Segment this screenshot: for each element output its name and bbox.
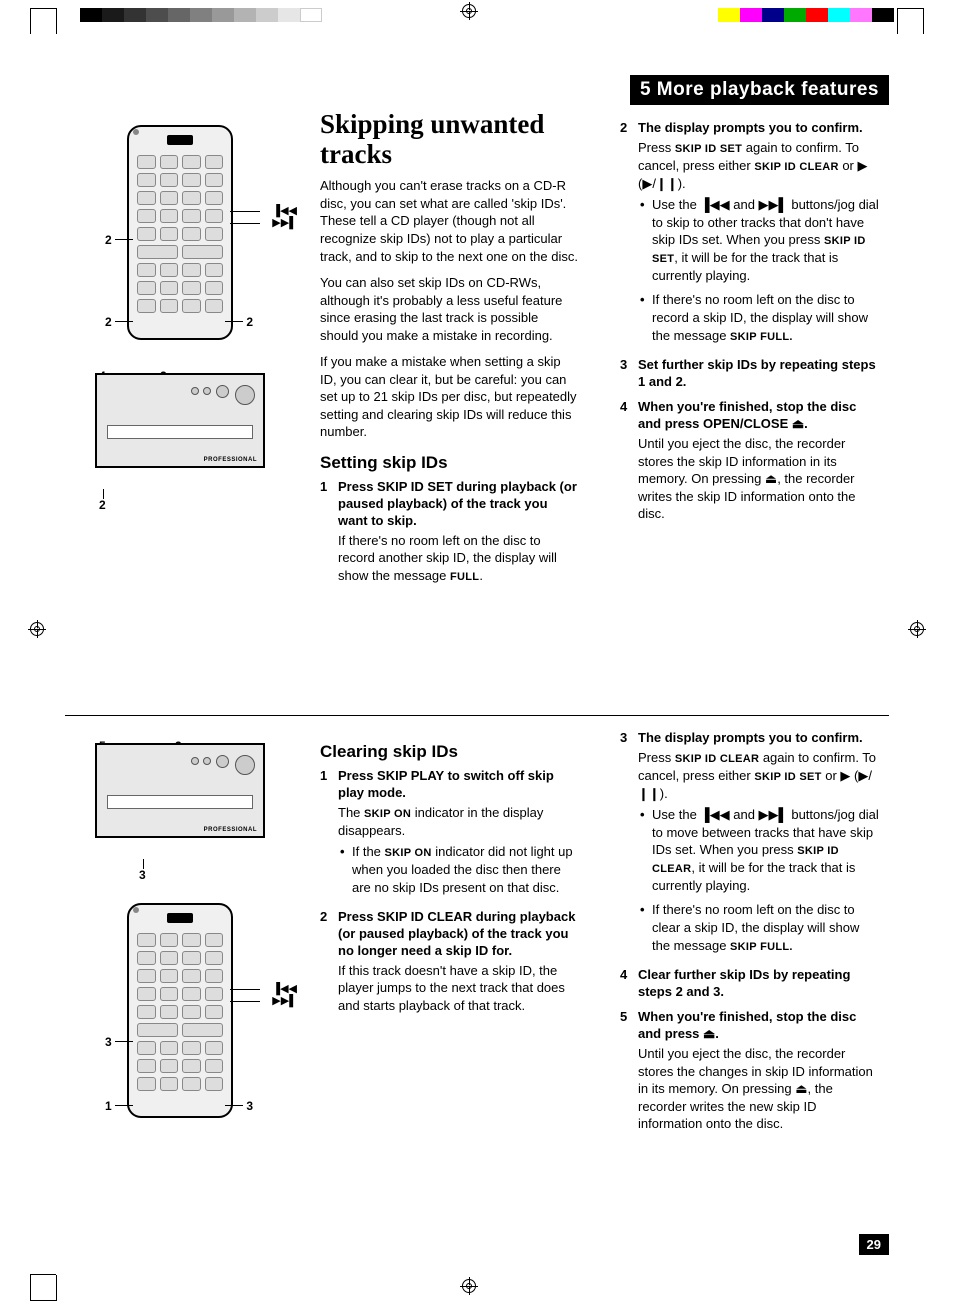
device-front-panel-illustration: PROFESSIONAL — [95, 373, 265, 468]
step-2: 2 The display prompts you to confirm. Pr… — [620, 120, 880, 351]
grayscale-bar — [80, 8, 322, 22]
remote-control-illustration — [127, 903, 233, 1118]
callout-2: 2 — [105, 315, 112, 329]
step-3: 3 The display prompts you to confirm. Pr… — [620, 730, 880, 961]
registration-mark-left — [28, 620, 46, 638]
callout-3: 3 — [139, 868, 146, 882]
horizontal-divider — [65, 715, 889, 716]
skip-icons: ▐◀◀▶▶▌ — [272, 205, 297, 229]
step-5: 5 When you're finished, stop the disc an… — [620, 1009, 880, 1133]
chapter-heading: 5 More playback features — [630, 75, 889, 105]
subheading-clearing: Clearing skip IDs — [320, 742, 580, 762]
registration-mark-bottom — [460, 1277, 478, 1295]
page-number: 29 — [859, 1234, 889, 1255]
intro-para: You can also set skip IDs on CD-RWs, alt… — [320, 274, 580, 344]
step-3: 3 Set further skip IDs by repeating step… — [620, 357, 880, 391]
printer-marks-top — [0, 4, 954, 34]
registration-mark-top — [460, 2, 478, 20]
intro-para: If you make a mistake when setting a ski… — [320, 353, 580, 441]
callout-2: 2 — [246, 315, 253, 329]
step-4: 4 When you're finished, stop the disc an… — [620, 399, 880, 523]
step-1: 1 Press SKIP ID SET during playback (or … — [320, 479, 580, 585]
step-4: 4 Clear further skip IDs by repeating st… — [620, 967, 880, 1001]
registration-mark-right — [908, 620, 926, 638]
illustration-column: ▐◀◀▶▶▌ 2 2 2 4 2 PROFESSIONAL — [65, 125, 295, 1133]
step-2: 2 Press SKIP ID CLEAR during playback (o… — [320, 909, 580, 1014]
callout-2: 2 — [99, 498, 106, 512]
remote-control-illustration — [127, 125, 233, 340]
callout-2: 2 — [105, 233, 112, 247]
main-heading: Skipping unwanted tracks — [320, 110, 580, 169]
crop-bl — [30, 1275, 56, 1301]
subheading-setting: Setting skip IDs — [320, 453, 580, 473]
page-content: 5 More playback features ▐◀◀ — [65, 75, 889, 1245]
callout-3: 3 — [246, 1099, 253, 1113]
column-right-top: 2 The display prompts you to confirm. Pr… — [620, 120, 880, 700]
column-middle-top: Skipping unwanted tracks Although you ca… — [320, 110, 580, 700]
column-right-bottom: 3 The display prompts you to confirm. Pr… — [620, 730, 880, 1137]
callout-1: 1 — [105, 1099, 112, 1113]
step-1: 1 Press SKIP PLAY to switch off skip pla… — [320, 768, 580, 903]
color-bar — [718, 8, 894, 22]
device-front-panel-illustration: PROFESSIONAL — [95, 743, 265, 838]
skip-icons: ▐◀◀▶▶▌ — [272, 983, 297, 1007]
callout-3: 3 — [105, 1035, 112, 1049]
column-middle-bottom: Clearing skip IDs 1 Press SKIP PLAY to s… — [320, 730, 580, 1018]
intro-para: Although you can't erase tracks on a CD-… — [320, 177, 580, 265]
